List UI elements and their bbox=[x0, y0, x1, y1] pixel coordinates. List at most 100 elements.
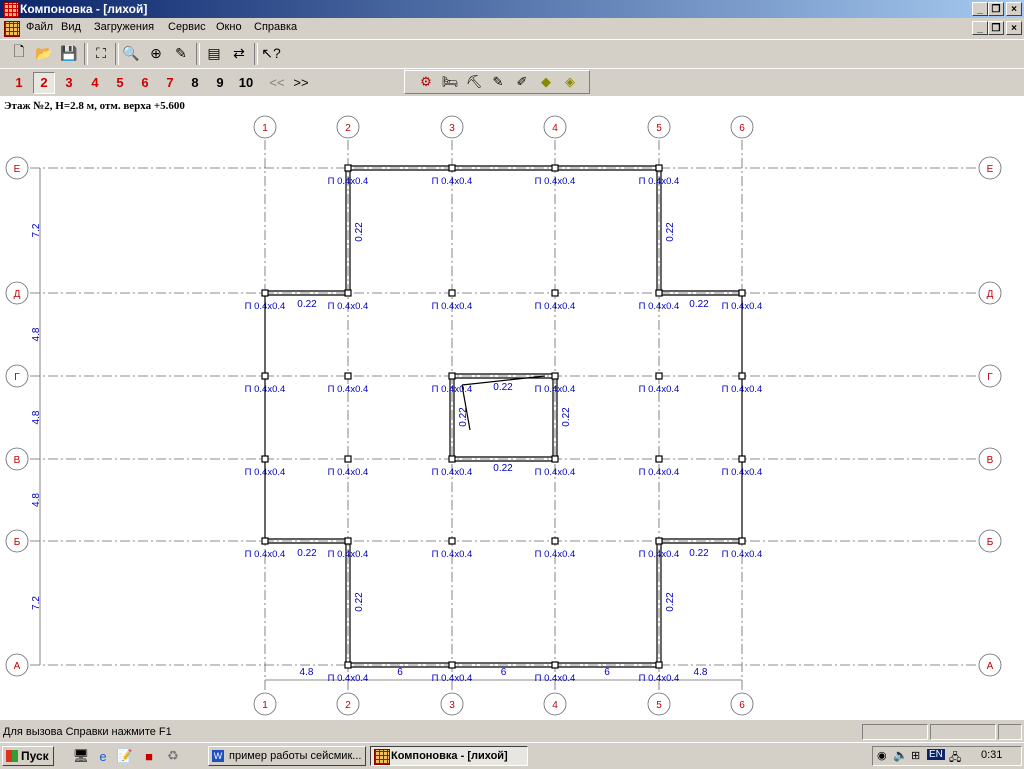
save-icon[interactable]: 💾 bbox=[58, 42, 80, 64]
notepad-icon[interactable]: 📝 bbox=[114, 745, 136, 767]
menu-window[interactable]: Окно bbox=[216, 21, 242, 33]
slab-icon[interactable]: ◆ bbox=[535, 71, 557, 93]
wall-label-d-left: 0.22 bbox=[297, 299, 317, 310]
column-label-21: П 0.4х0.4 bbox=[639, 467, 680, 478]
wall-label-core-top: 0.22 bbox=[493, 382, 513, 393]
open-folder-icon[interactable]: 📂 bbox=[33, 42, 55, 64]
column-16 bbox=[738, 372, 746, 380]
floor-button-4[interactable]: 4 bbox=[84, 72, 106, 94]
axis-bubble-bottom-3: 3 bbox=[449, 700, 455, 711]
doc-minimize-button[interactable]: _ bbox=[972, 21, 988, 35]
recycle-icon[interactable]: ♻ bbox=[162, 745, 184, 767]
floor-button-3[interactable]: 3 bbox=[58, 72, 80, 94]
monitor-icon[interactable]: 🖧 bbox=[949, 749, 961, 768]
windows-logo-icon bbox=[6, 750, 18, 762]
pencil-icon[interactable]: ✎ bbox=[170, 42, 192, 64]
status-help-text: Для вызова Справки нажмите F1 bbox=[3, 726, 172, 738]
row-spacing-5: 7.2 bbox=[31, 596, 42, 610]
document-icon[interactable] bbox=[4, 21, 20, 37]
wall-label-core-right: 0.22 bbox=[561, 407, 572, 427]
column-spacing-3: 6 bbox=[501, 667, 507, 678]
volume-icon[interactable]: 🔈 bbox=[893, 748, 908, 762]
wall-label-b-left: 0.22 bbox=[297, 548, 317, 559]
zoom-icon[interactable]: 🔍 bbox=[120, 42, 142, 64]
start-label: Пуск bbox=[21, 749, 49, 763]
menu-service[interactable]: Сервис bbox=[168, 21, 206, 33]
tray-app-icon[interactable]: ◉ bbox=[877, 749, 887, 762]
column-label-8: П 0.4х0.4 bbox=[535, 301, 576, 312]
load-icon[interactable]: ⚙ bbox=[415, 71, 437, 93]
context-help-icon[interactable]: ↖? bbox=[260, 42, 282, 64]
word-icon: W bbox=[212, 750, 224, 762]
column-label-2: П 0.4х0.4 bbox=[432, 176, 473, 187]
wall-label-5-lower: 0.22 bbox=[665, 592, 676, 612]
column-17 bbox=[261, 455, 269, 463]
floor-button-10[interactable]: 10 bbox=[234, 72, 258, 94]
menu-view[interactable]: Вид bbox=[61, 21, 81, 33]
doc-close-button[interactable]: × bbox=[1006, 21, 1022, 35]
column-label-15: П 0.4х0.4 bbox=[639, 384, 680, 395]
floor-button-7[interactable]: 7 bbox=[159, 72, 181, 94]
ie-icon[interactable]: e bbox=[92, 745, 114, 767]
beam-icon[interactable]: ✎ bbox=[487, 71, 509, 93]
axis-bubble-bottom-4: 4 bbox=[552, 700, 558, 711]
column-19 bbox=[448, 455, 456, 463]
column-label-6: П 0.4х0.4 bbox=[328, 301, 369, 312]
row-spacing-3: 4.8 bbox=[31, 410, 42, 424]
doc-restore-button[interactable]: ❐ bbox=[988, 21, 1004, 35]
minimize-button[interactable]: _ bbox=[972, 2, 988, 16]
clock: 0:31 bbox=[981, 749, 1003, 761]
close-button[interactable]: × bbox=[1006, 2, 1022, 16]
column-5 bbox=[261, 289, 269, 297]
column-9 bbox=[655, 289, 663, 297]
axis-bubble-top-3: 3 bbox=[449, 123, 455, 134]
show-desktop-icon[interactable]: 🖥 bbox=[70, 745, 92, 767]
start-button[interactable]: Пуск bbox=[2, 746, 54, 766]
column-label-32: П 0.4х0.4 bbox=[639, 673, 680, 684]
wall-icon[interactable]: ✐ bbox=[511, 71, 533, 93]
bed-icon[interactable]: 🛏 bbox=[439, 71, 461, 93]
layers-icon[interactable]: ▤ bbox=[203, 42, 225, 64]
slab-edit-icon[interactable]: ◈ bbox=[559, 71, 581, 93]
task-layout[interactable]: Компоновка - [лихой] bbox=[370, 746, 528, 766]
new-file-icon[interactable]: 🗋 bbox=[8, 42, 30, 64]
axis-bubble-bottom-2: 2 bbox=[345, 700, 351, 711]
floor-button-2[interactable]: 2 bbox=[33, 72, 55, 94]
column-icon[interactable]: ⛏ bbox=[463, 71, 485, 93]
zoom-extents-icon[interactable]: ⛶ bbox=[90, 42, 112, 64]
floor-button-8[interactable]: 8 bbox=[184, 72, 206, 94]
column-label-1: П 0.4х0.4 bbox=[328, 176, 369, 187]
drawing-canvas[interactable]: Этаж №2, Н=2.8 м, отм. верха +5.600 1122… bbox=[0, 96, 1024, 720]
floor-button-1[interactable]: 1 bbox=[8, 72, 30, 94]
row-spacing-2: 4.8 bbox=[31, 327, 42, 341]
column-label-23: П 0.4х0.4 bbox=[245, 549, 286, 560]
axis-bubble-left-2: Д bbox=[14, 289, 21, 300]
restore-button[interactable]: ❐ bbox=[988, 2, 1004, 16]
column-label-25: П 0.4х0.4 bbox=[432, 549, 473, 560]
task-word[interactable]: W пример работы сейсмик... bbox=[208, 746, 366, 766]
menu-file[interactable]: Файл bbox=[26, 21, 53, 33]
floor-button-6[interactable]: 6 bbox=[134, 72, 156, 94]
menu-loads[interactable]: Загружения bbox=[94, 21, 154, 33]
column-21 bbox=[655, 455, 663, 463]
language-indicator[interactable]: EN bbox=[927, 749, 945, 760]
layout-icon bbox=[374, 749, 390, 765]
status-panel-2 bbox=[930, 724, 996, 740]
status-panel-3 bbox=[998, 724, 1022, 740]
floor-button-9[interactable]: 9 bbox=[209, 72, 231, 94]
app-shortcut-icon[interactable]: ■ bbox=[138, 745, 160, 767]
axis-bubble-bottom-1: 1 bbox=[262, 700, 268, 711]
column-label-3: П 0.4х0.4 bbox=[535, 176, 576, 187]
task-word-label: пример работы сейсмик... bbox=[229, 750, 362, 762]
export-icon[interactable]: ⇄ bbox=[228, 42, 250, 64]
axis-bubble-right-4: В bbox=[987, 455, 994, 466]
network-icon[interactable]: ⊞ bbox=[911, 749, 920, 762]
menu-help[interactable]: Справка bbox=[254, 21, 297, 33]
floor-button-5[interactable]: 5 bbox=[109, 72, 131, 94]
column-6 bbox=[344, 289, 352, 297]
zoom-window-icon[interactable]: ⊕ bbox=[145, 42, 167, 64]
next-floors-button[interactable]: >> bbox=[290, 72, 312, 94]
prev-floors-button[interactable]: << bbox=[266, 72, 288, 94]
column-25 bbox=[448, 537, 456, 545]
status-bar: Для вызова Справки нажмите F1 bbox=[0, 722, 1024, 742]
